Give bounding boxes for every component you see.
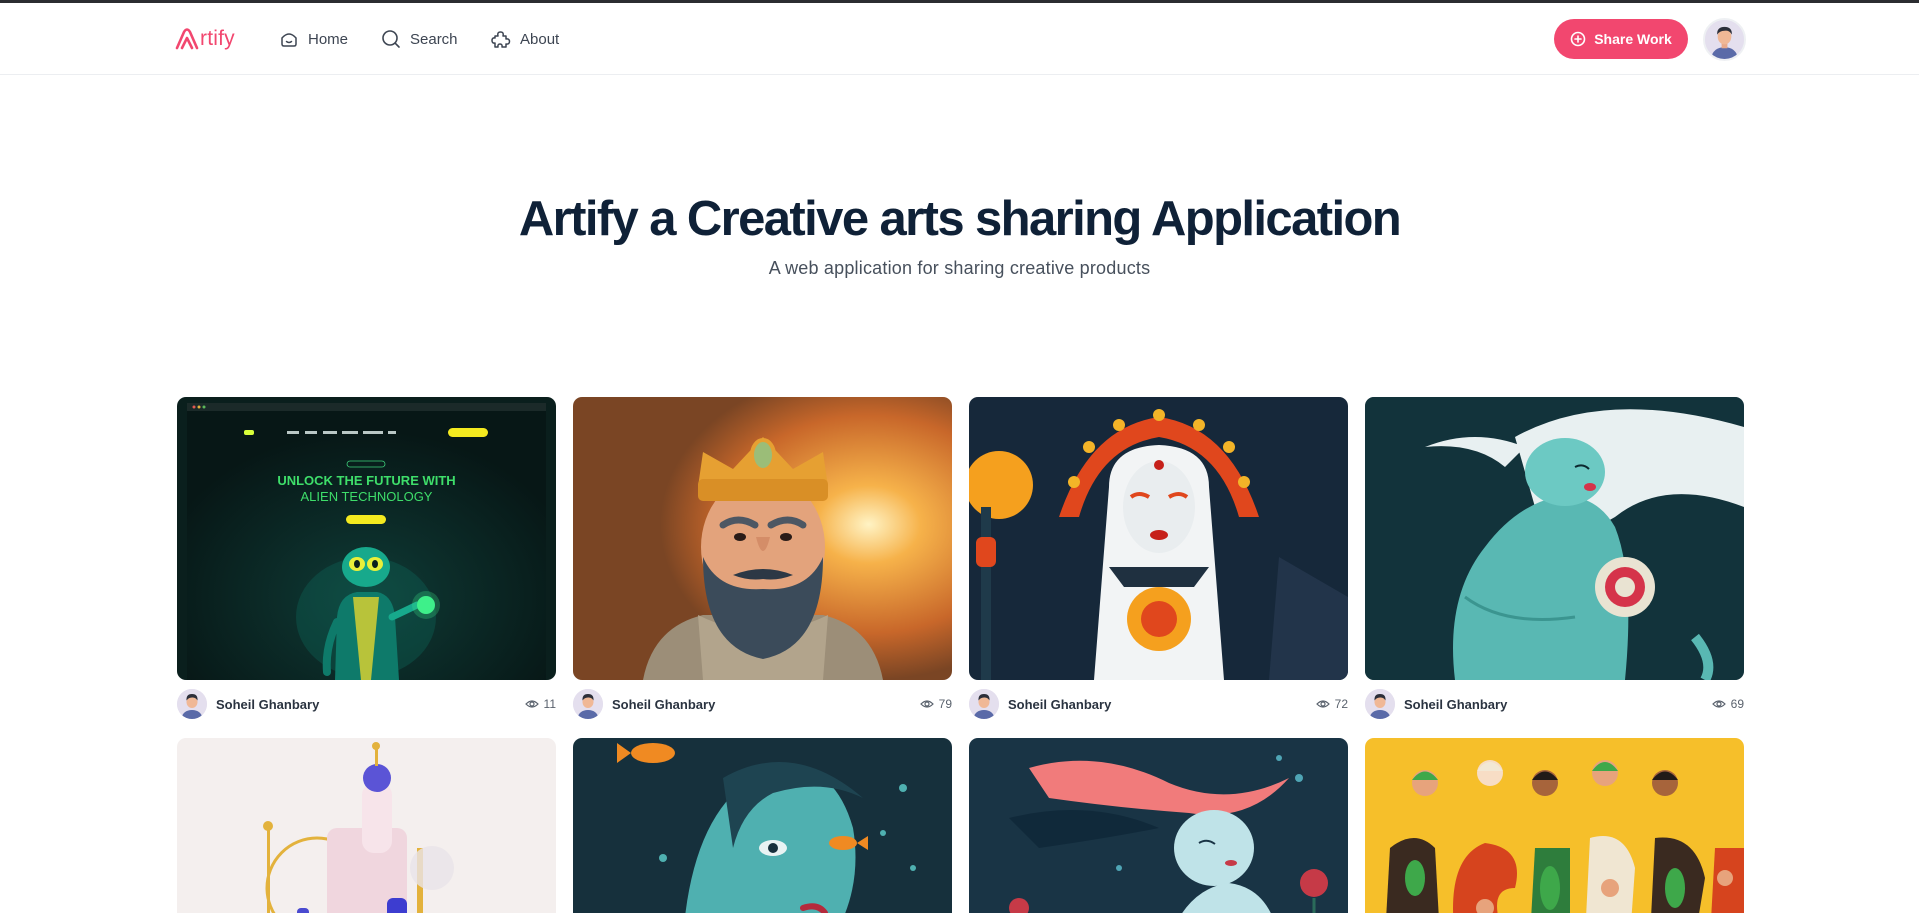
alien-website-artwork: UNLOCK THE FUTURE WITH ALIEN TECHNOLOGY: [177, 397, 556, 680]
nav-about[interactable]: About: [491, 27, 559, 51]
share-work-label: Share Work: [1594, 31, 1672, 47]
work-card: [573, 738, 952, 913]
author-avatar-image: [969, 689, 999, 719]
fish-woman-artwork: [573, 738, 952, 913]
work-card: Soheil Ghanbary 79: [573, 397, 952, 721]
view-count: 79: [919, 697, 952, 711]
work-thumbnail[interactable]: [177, 738, 556, 913]
view-count: 72: [1315, 697, 1348, 711]
eye-icon: [919, 700, 934, 708]
teal-woman-artwork: [1365, 397, 1744, 680]
work-card: Soheil Ghanbary 69: [1365, 397, 1744, 721]
view-count-value: 69: [1730, 697, 1744, 711]
author-avatar[interactable]: [573, 689, 603, 719]
eye-icon: [1711, 700, 1726, 708]
work-card: UNLOCK THE FUTURE WITH ALIEN TECHNOLOGY: [177, 397, 556, 721]
artify-logo[interactable]: rtify: [175, 25, 235, 53]
author-name: Soheil Ghanbary: [612, 697, 716, 712]
hero-subtitle: A web application for sharing creative p…: [768, 258, 1151, 278]
puzzle-icon: [491, 31, 511, 48]
avatar-image: [1705, 20, 1744, 59]
author-avatar-image: [1365, 689, 1395, 719]
top-navbar: rtify Home Search About Share Work: [0, 3, 1919, 75]
eye-icon: [524, 700, 539, 708]
author-avatar-image: [573, 689, 603, 719]
work-thumbnail[interactable]: [1365, 738, 1744, 913]
author-avatar-image: [177, 689, 207, 719]
share-work-button[interactable]: Share Work: [1554, 19, 1688, 59]
work-meta: Soheil Ghanbary 69: [1365, 689, 1744, 721]
author-avatar[interactable]: [969, 689, 999, 719]
eye-icon: [1315, 700, 1330, 708]
king-portrait-artwork: [573, 397, 952, 680]
home-icon: [281, 33, 297, 47]
work-card: [177, 738, 556, 913]
work-card: [1365, 738, 1744, 913]
goddess-artwork: [969, 397, 1348, 680]
nav-search-label: Search: [410, 30, 458, 48]
hero-title: Artify a Creative arts sharing Applicati…: [518, 192, 1402, 246]
work-thumbnail[interactable]: [969, 738, 1348, 913]
view-count: 11: [524, 697, 556, 711]
logo-text: rtify: [200, 27, 235, 50]
user-avatar[interactable]: [1703, 18, 1746, 61]
pastel-3d-artwork: [177, 738, 556, 913]
view-count-value: 72: [1334, 697, 1348, 711]
view-count-value: 11: [543, 697, 556, 711]
work-card: Soheil Ghanbary 72: [969, 397, 1348, 721]
search-icon: [382, 30, 400, 48]
view-count: 69: [1711, 697, 1744, 711]
author-name: Soheil Ghanbary: [1404, 697, 1508, 712]
work-meta: Soheil Ghanbary 79: [573, 689, 952, 721]
author-name: Soheil Ghanbary: [1008, 697, 1112, 712]
author-avatar[interactable]: [177, 689, 207, 719]
work-thumbnail[interactable]: [969, 397, 1348, 680]
nav-home[interactable]: Home: [279, 27, 348, 51]
nav-home-label: Home: [308, 30, 349, 48]
author-name: Soheil Ghanbary: [216, 697, 320, 712]
work-thumbnail[interactable]: [573, 738, 952, 913]
author-avatar[interactable]: [1365, 689, 1395, 719]
plus-circle-icon: [1570, 31, 1586, 47]
artify-logo-icon: [175, 28, 199, 50]
work-thumbnail[interactable]: UNLOCK THE FUTURE WITH ALIEN TECHNOLOGY: [177, 397, 556, 680]
view-count-value: 79: [938, 697, 952, 711]
artwork-headline-1: UNLOCK THE FUTURE WITH: [277, 473, 455, 488]
work-thumbnail[interactable]: [1365, 397, 1744, 680]
work-card: [969, 738, 1348, 913]
artwork-headline-2: ALIEN TECHNOLOGY: [301, 489, 433, 504]
yellow-lettering-artwork: [1365, 738, 1744, 913]
mermaid-artwork: [969, 738, 1348, 913]
work-meta: Soheil Ghanbary 72: [969, 689, 1348, 721]
nav-about-label: About: [520, 30, 560, 48]
work-thumbnail[interactable]: [573, 397, 952, 680]
work-meta: Soheil Ghanbary 11: [177, 689, 556, 721]
nav-search[interactable]: Search: [381, 27, 458, 51]
